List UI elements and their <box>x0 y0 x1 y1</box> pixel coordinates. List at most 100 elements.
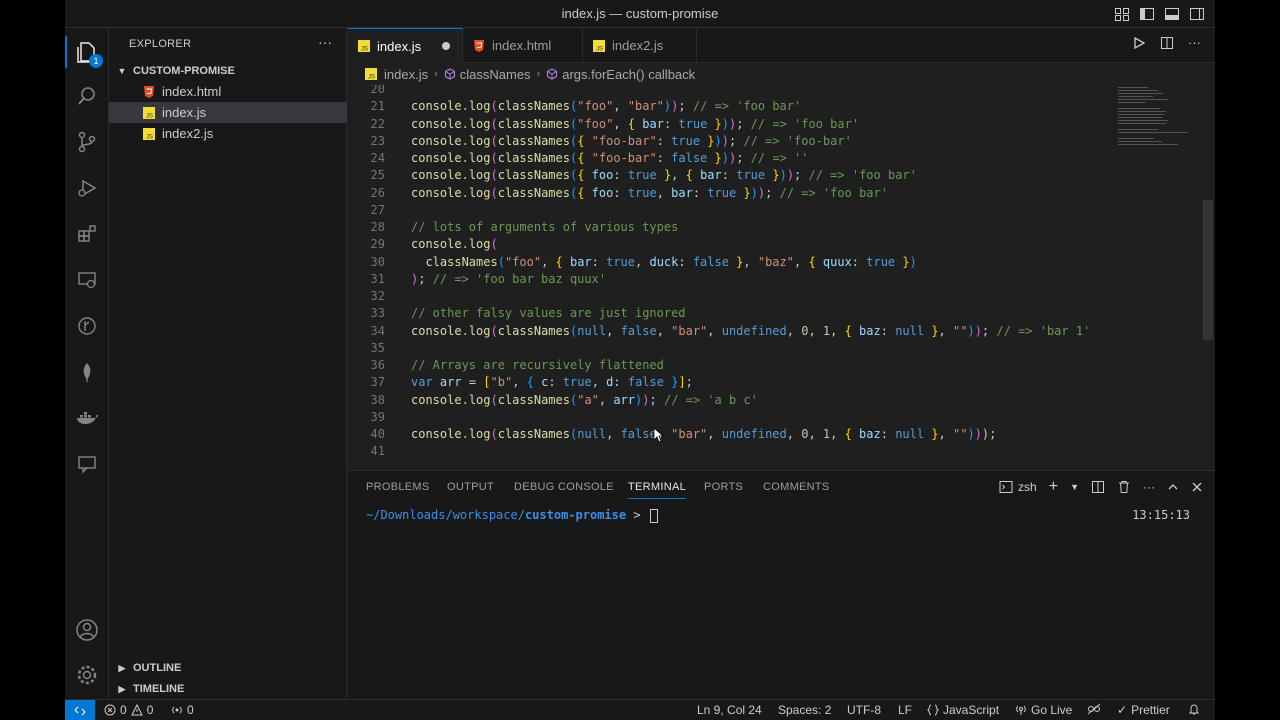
more-actions-icon[interactable]: ··· <box>1143 480 1155 494</box>
code-line[interactable]: 22 console.log(classNames("foo", { bar: t… <box>348 116 1198 133</box>
ports-status[interactable]: 0 <box>171 703 194 717</box>
end-of-line[interactable]: LF <box>898 703 912 717</box>
code-line[interactable]: 32 <box>348 288 1198 305</box>
close-panel-icon[interactable] <box>1191 481 1203 493</box>
code-line[interactable]: 35 <box>348 340 1198 357</box>
comments-icon[interactable] <box>65 444 109 484</box>
code-line[interactable]: 27 <box>348 202 1198 219</box>
search-icon[interactable] <box>65 76 109 116</box>
toggle-panel-icon[interactable] <box>1163 5 1180 22</box>
breadcrumb-file[interactable]: index.js <box>384 67 428 82</box>
code-line[interactable]: 21 console.log(classNames("foo", "bar"));… <box>348 98 1198 115</box>
unsaved-dot-icon[interactable] <box>442 42 450 50</box>
customize-layout-icon[interactable] <box>1113 5 1130 22</box>
code-token: : <box>721 168 737 183</box>
encoding[interactable]: UTF-8 <box>847 703 881 717</box>
mongodb-icon[interactable] <box>65 352 109 392</box>
maximize-panel-icon[interactable] <box>1167 481 1179 493</box>
prettier-status[interactable]: ✓ Prettier <box>1117 703 1170 717</box>
tab-terminal[interactable]: TERMINAL <box>628 481 687 499</box>
tab-index2-js[interactable]: JS index2.js <box>583 28 697 63</box>
trash-icon[interactable] <box>1117 480 1131 494</box>
code-token: baz <box>859 323 881 338</box>
file-index-html[interactable]: index.html <box>109 81 347 102</box>
line-code: console.log(classNames({ "foo-bar": true… <box>411 133 852 150</box>
split-terminal-icon[interactable] <box>1091 480 1105 494</box>
terminal-prompt[interactable]: ~/Downloads/workspace/custom-promise > <box>366 508 658 523</box>
tab-debug-console[interactable]: DEBUG CONSOLE <box>514 481 614 493</box>
code-token: ) <box>967 323 975 338</box>
tab-ports[interactable]: PORTS <box>704 481 743 493</box>
terminal-shell-selector[interactable]: zsh <box>999 480 1037 494</box>
code-editor[interactable]: 20 21 console.log(classNames("foo", "bar")… <box>348 85 1215 470</box>
code-line[interactable]: 24 console.log(classNames({ "foo-bar": fa… <box>348 150 1198 167</box>
code-token: ; <box>765 185 780 200</box>
code-line[interactable]: 39 <box>348 409 1198 426</box>
outline-section[interactable]: ▶ OUTLINE <box>109 657 347 679</box>
code-line[interactable]: 34 console.log(classNames(null, false, "b… <box>348 323 1198 340</box>
code-line[interactable]: 33 // other falsy values are just ignored <box>348 305 1198 322</box>
code-line[interactable]: 28 // lots of arguments of various types <box>348 219 1198 236</box>
run-play-icon[interactable] <box>1132 36 1146 50</box>
code-line[interactable]: 41 <box>348 443 1198 460</box>
code-line[interactable]: 36 // Arrays are recursively flattened <box>348 357 1198 374</box>
docker-icon[interactable] <box>65 398 109 438</box>
file-index-js[interactable]: JS index.js <box>109 102 347 123</box>
tab-output[interactable]: OUTPUT <box>447 481 494 493</box>
notifications-bell-icon[interactable] <box>1188 703 1200 715</box>
line-number: 33 <box>370 306 385 321</box>
code-line[interactable]: 26 console.log(classNames({ foo: true, ba… <box>348 185 1198 202</box>
tab-label: index.js <box>377 38 422 54</box>
code-token: bar <box>671 185 693 200</box>
editor-scrollbar[interactable] <box>1203 200 1213 340</box>
tab-problems[interactable]: PROBLEMS <box>366 481 430 493</box>
new-terminal-icon[interactable]: + <box>1049 479 1058 495</box>
extensions-icon[interactable] <box>65 214 109 254</box>
accounts-icon[interactable] <box>65 610 109 650</box>
code-line[interactable]: 23 console.log(classNames({ "foo-bar": tr… <box>348 133 1198 150</box>
more-actions-icon[interactable]: ··· <box>1188 36 1201 50</box>
code-line[interactable]: 30 classNames("foo", { bar: true, duck: … <box>348 254 1198 271</box>
code-line[interactable]: 38 console.log(classNames("a", arr)); // … <box>348 392 1198 409</box>
timeline-section[interactable]: ▶ TIMELINE <box>109 678 347 700</box>
code-line[interactable]: 20 <box>348 85 1198 98</box>
split-editor-icon[interactable] <box>1160 36 1174 50</box>
code-line[interactable]: 31); // => 'foo bar baz quux' <box>348 271 1198 288</box>
tab-index-html[interactable]: index.html <box>463 28 583 63</box>
git-graph-icon[interactable] <box>65 306 109 346</box>
code-token: // => '' <box>750 151 809 165</box>
code-line[interactable]: 37 var arr = ["b", { c: true, d: false }]… <box>348 374 1198 391</box>
code-line[interactable]: 25 console.log(classNames({ foo: true }, … <box>348 167 1198 184</box>
toggle-sidebar-icon[interactable] <box>1138 5 1155 22</box>
tab-index-js[interactable]: JS index.js <box>348 28 463 63</box>
cursor-position[interactable]: Ln 9, Col 24 <box>697 703 762 717</box>
mouse-pointer-icon <box>653 427 664 443</box>
more-actions-icon[interactable]: ··· <box>318 34 332 50</box>
folder-custom-promise[interactable]: ▼ CUSTOM-PROMISE <box>109 60 347 82</box>
line-number: 41 <box>370 444 385 459</box>
tab-comments[interactable]: COMMENTS <box>763 481 830 493</box>
breadcrumb-symbol[interactable]: classNames <box>460 67 531 82</box>
source-control-icon[interactable] <box>65 122 109 162</box>
chevron-down-icon[interactable]: ▼ <box>1070 482 1079 492</box>
copilot-icon[interactable] <box>1087 703 1101 715</box>
code-token: log <box>468 168 491 183</box>
breadcrumb-callback[interactable]: args.forEach() callback <box>562 67 695 82</box>
line-code: console.log(classNames({ foo: true }, { … <box>411 167 917 184</box>
remote-explorer-icon[interactable] <box>65 260 109 300</box>
file-index2-js[interactable]: JS index2.js <box>109 123 347 144</box>
panel-actions: zsh + ▼ ··· <box>999 479 1203 495</box>
explorer-icon[interactable]: 1 <box>65 32 109 72</box>
problems-status[interactable]: 0 0 <box>104 703 153 717</box>
indentation[interactable]: Spaces: 2 <box>778 703 831 717</box>
language-mode[interactable]: JavaScript <box>927 703 999 717</box>
code-token: ; <box>649 392 664 407</box>
remote-indicator-icon[interactable] <box>65 700 95 720</box>
run-debug-icon[interactable] <box>65 168 109 208</box>
settings-gear-icon[interactable] <box>65 655 109 695</box>
code-line[interactable]: 40 console.log(classNames(null, false, "b… <box>348 426 1198 443</box>
code-line[interactable]: 29 console.log( <box>348 236 1198 253</box>
toggle-secondary-sidebar-icon[interactable] <box>1188 5 1205 22</box>
code-token: { <box>685 168 701 183</box>
go-live[interactable]: Go Live <box>1015 703 1072 717</box>
